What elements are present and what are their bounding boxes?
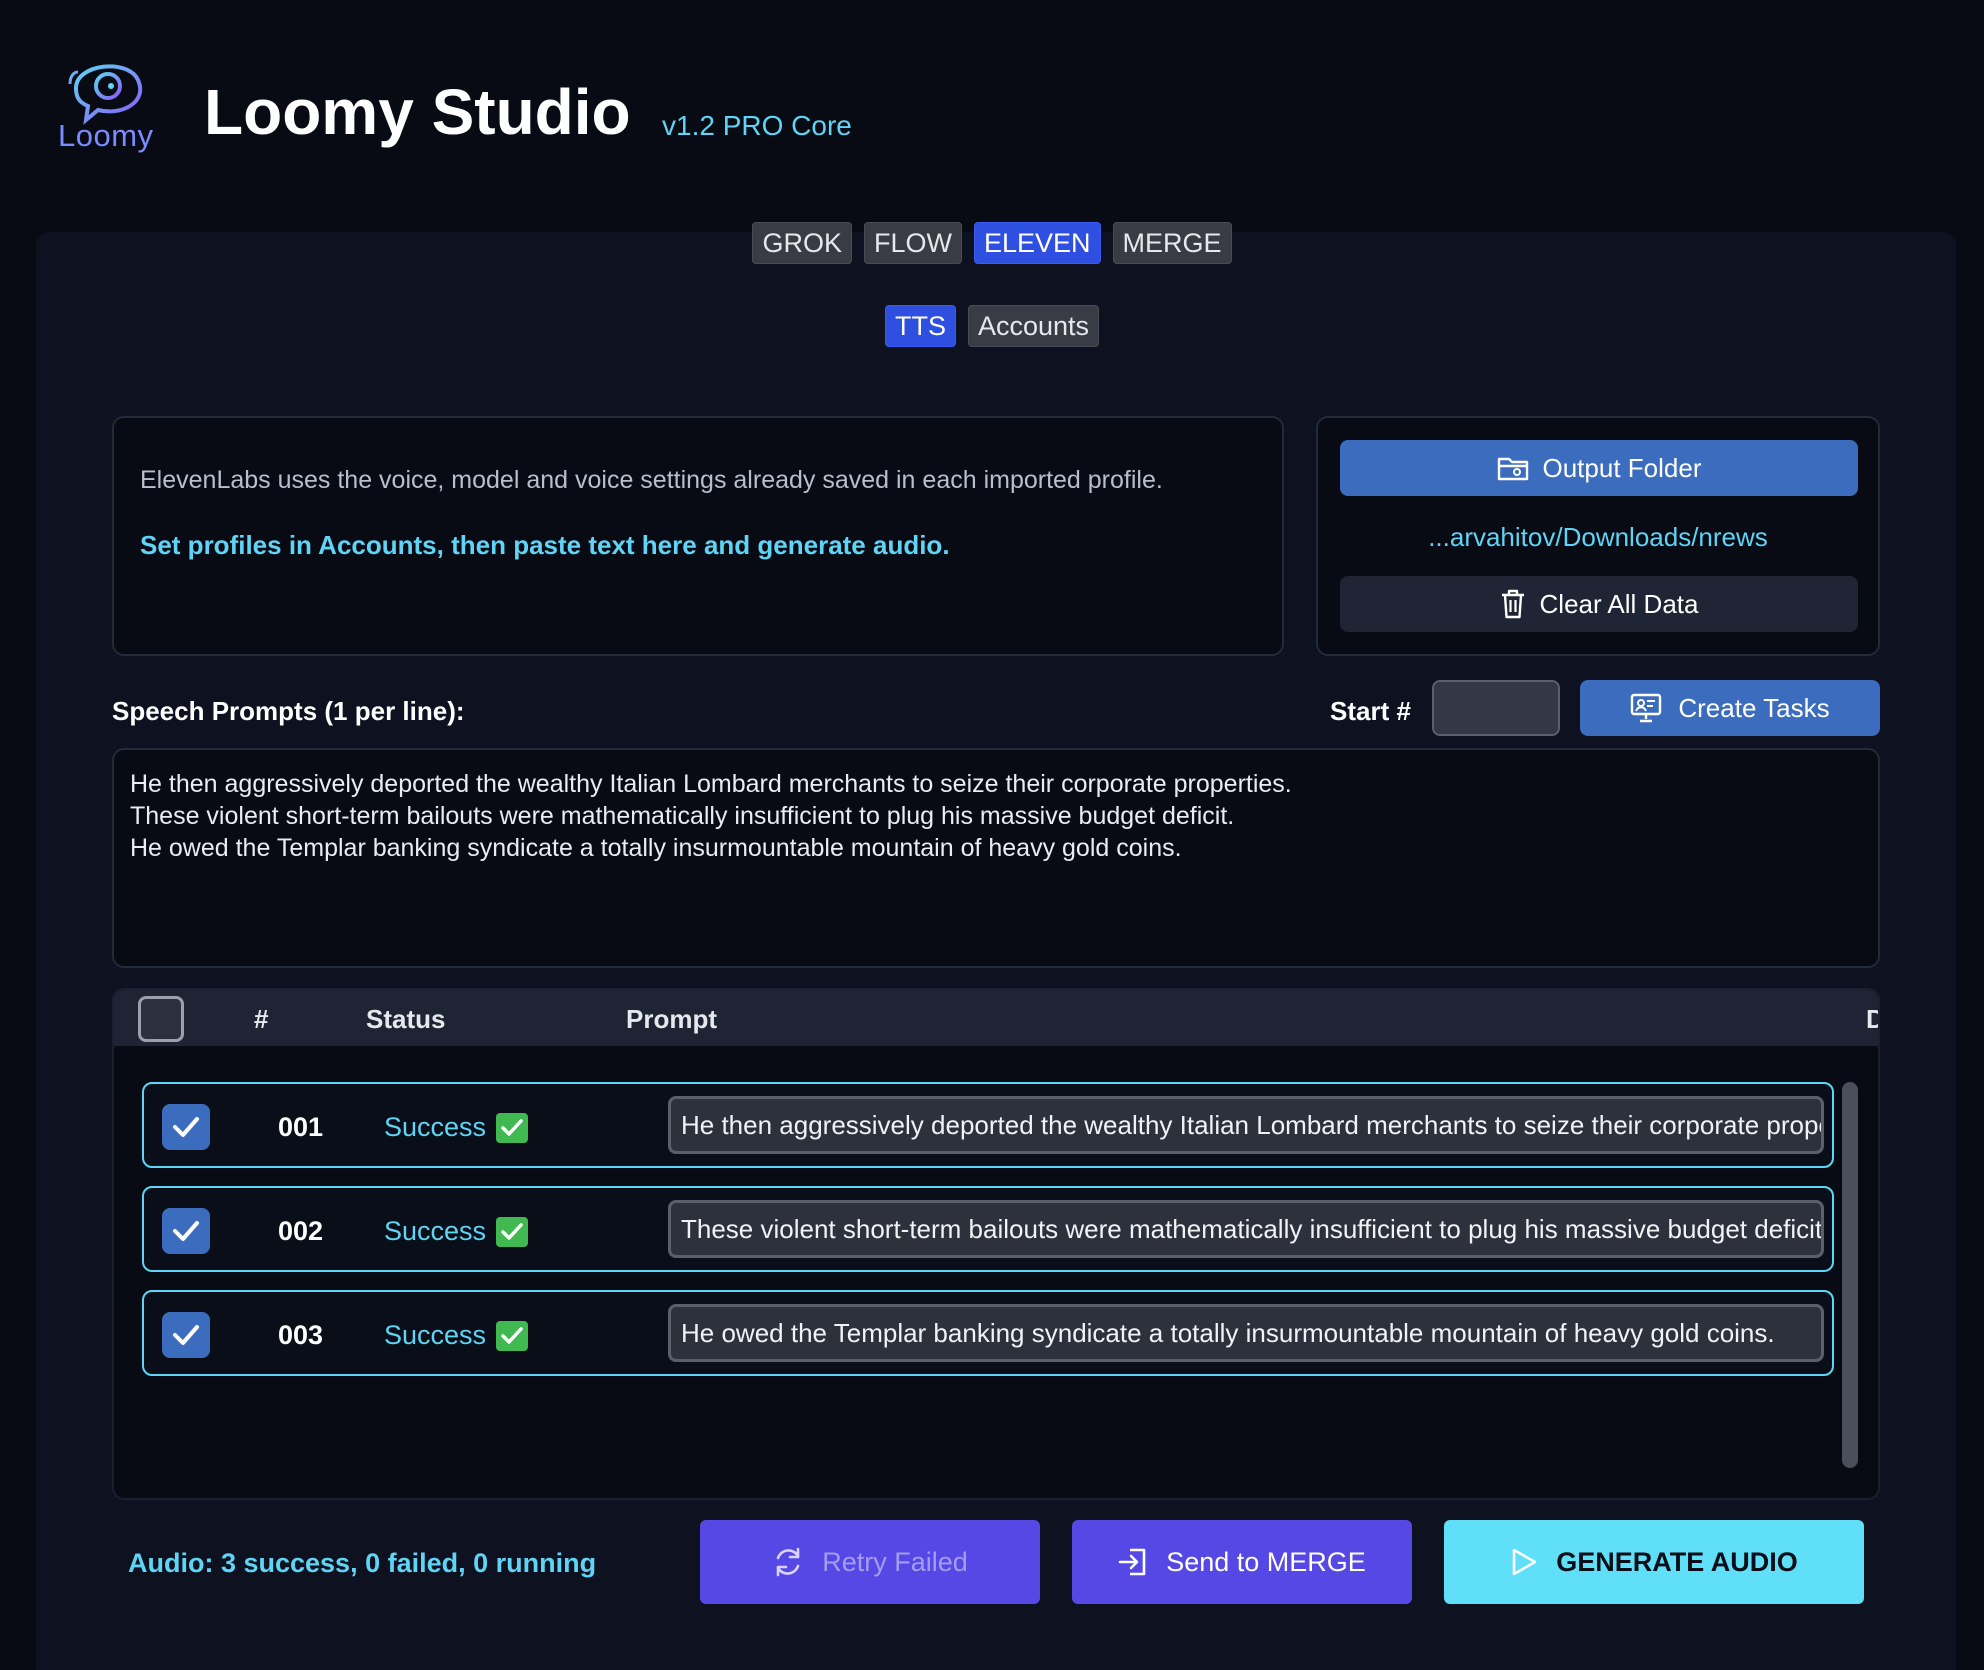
start-number-label: Start # (1330, 696, 1411, 726)
row-prompt-input[interactable]: These violent short-term bailouts were m… (668, 1200, 1824, 1258)
app-header: Loomy Loomy Studio v1.2 PRO Core (56, 50, 1056, 170)
column-header-prompt: Prompt (626, 1004, 717, 1034)
table-row[interactable]: 003 Success He owed the Templar banking … (142, 1290, 1834, 1376)
prompt-line: He then aggressively deported the wealth… (130, 770, 1292, 798)
tab-grok[interactable]: GROK (752, 222, 852, 264)
row-checkbox[interactable] (162, 1208, 210, 1254)
tab-accounts[interactable]: Accounts (967, 305, 1100, 347)
play-icon (1512, 1548, 1537, 1576)
check-icon (173, 1221, 199, 1241)
prompt-line: He owed the Templar banking syndicate a … (130, 834, 1182, 862)
app-version: v1.2 PRO Core (662, 110, 852, 141)
tasks-table: # Status Prompt D 001 Success He then ag… (112, 988, 1880, 1500)
success-check-icon (496, 1216, 529, 1247)
export-icon (1118, 1548, 1146, 1576)
table-header: # Status Prompt D (114, 990, 1878, 1046)
folder-icon (1497, 457, 1528, 481)
tab-flow[interactable]: FLOW (863, 222, 962, 264)
send-to-merge-label: Send to MERGE (1166, 1546, 1366, 1577)
info-text: ElevenLabs uses the voice, model and voi… (140, 466, 1163, 494)
row-number: 002 (278, 1216, 324, 1246)
column-header-status: Status (366, 1004, 446, 1034)
row-checkbox[interactable] (162, 1104, 210, 1150)
tab-merge[interactable]: MERGE (1112, 222, 1232, 264)
row-status-text: Success (384, 1112, 487, 1142)
trash-icon (1501, 589, 1524, 619)
main-tabs: GROK FLOW ELEVEN MERGE (0, 222, 1984, 264)
folder-path: ...arvahitov/Downloads/nrews (1428, 522, 1768, 552)
output-folder-label: Output Folder (1542, 452, 1702, 483)
logo-wordmark: Loomy (58, 118, 154, 153)
clear-all-data-label: Clear All Data (1539, 588, 1699, 619)
row-status: Success (384, 1320, 529, 1351)
speech-prompts-label: Speech Prompts (1 per line): (112, 696, 465, 726)
table-row[interactable]: 002 Success These violent short-term bai… (142, 1186, 1834, 1272)
row-number: 003 (278, 1320, 324, 1350)
row-status-text: Success (384, 1216, 487, 1246)
info-hint: Set profiles in Accounts, then paste tex… (140, 530, 950, 560)
tab-tts[interactable]: TTS (884, 305, 956, 347)
folder-panel: Output Folder ...arvahitov/Downloads/nre… (1316, 416, 1880, 656)
clear-all-data-button[interactable]: Clear All Data (1340, 576, 1858, 632)
row-status: Success (384, 1112, 529, 1143)
tab-eleven[interactable]: ELEVEN (973, 222, 1101, 264)
create-tasks-label: Create Tasks (1678, 692, 1830, 723)
table-scrollbar[interactable] (1842, 1082, 1858, 1468)
row-status: Success (384, 1216, 529, 1247)
success-check-icon (496, 1320, 529, 1351)
send-to-merge-button[interactable]: Send to MERGE (1072, 1520, 1412, 1604)
row-prompt-input[interactable]: He owed the Templar banking syndicate a … (668, 1304, 1824, 1362)
success-check-icon (496, 1112, 529, 1143)
speech-prompts-textarea[interactable]: He then aggressively deported the wealth… (112, 748, 1880, 968)
check-icon (173, 1117, 199, 1137)
column-header-extra: D (1866, 1004, 1878, 1035)
create-tasks-button[interactable]: Create Tasks (1580, 680, 1880, 736)
output-folder-button[interactable]: Output Folder (1340, 440, 1858, 496)
presentation-icon (1631, 693, 1662, 723)
row-checkbox[interactable] (162, 1312, 210, 1358)
generate-audio-label: GENERATE AUDIO (1556, 1546, 1798, 1577)
audio-status: Audio: 3 success, 0 failed, 0 running (128, 1548, 597, 1578)
info-box: ElevenLabs uses the voice, model and voi… (112, 416, 1284, 656)
app-title: Loomy Studio (204, 76, 631, 148)
row-prompt-input[interactable]: He then aggressively deported the wealth… (668, 1096, 1824, 1154)
row-status-text: Success (384, 1320, 487, 1350)
row-number: 001 (278, 1112, 324, 1142)
start-number-input[interactable] (1432, 680, 1560, 736)
column-header-number: # (254, 1004, 269, 1034)
select-all-checkbox[interactable] (138, 996, 184, 1042)
generate-audio-button[interactable]: GENERATE AUDIO (1444, 1520, 1864, 1604)
check-icon (173, 1325, 199, 1345)
sub-tabs: TTS Accounts (0, 305, 1984, 347)
retry-failed-button[interactable]: Retry Failed (700, 1520, 1040, 1604)
table-row[interactable]: 001 Success He then aggressively deporte… (142, 1082, 1834, 1168)
refresh-icon (776, 1547, 800, 1577)
retry-failed-label: Retry Failed (822, 1546, 968, 1577)
prompt-line: These violent short-term bailouts were m… (130, 802, 1235, 830)
